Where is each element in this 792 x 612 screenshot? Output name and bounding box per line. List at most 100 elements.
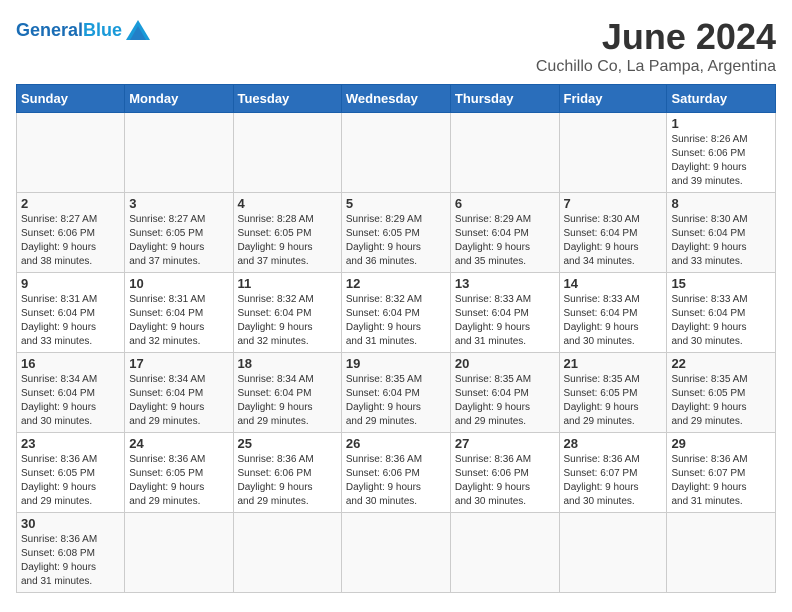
day-number: 30: [21, 516, 120, 531]
calendar-table: SundayMondayTuesdayWednesdayThursdayFrid…: [16, 84, 776, 593]
logo-blue: Blue: [83, 20, 122, 40]
cell-content: Sunrise: 8:30 AM Sunset: 6:04 PM Dayligh…: [564, 213, 663, 269]
calendar-cell: 12 Sunrise: 8:32 AM Sunset: 6:04 PM Dayli…: [341, 273, 450, 353]
calendar-cell: 4 Sunrise: 8:28 AM Sunset: 6:05 PM Daylig…: [233, 193, 341, 273]
day-number: 11: [238, 276, 337, 291]
cell-content: Sunrise: 8:36 AM Sunset: 6:06 PM Dayligh…: [346, 453, 446, 509]
calendar-cell: 7 Sunrise: 8:30 AM Sunset: 6:04 PM Daylig…: [559, 193, 667, 273]
cell-content: Sunrise: 8:35 AM Sunset: 6:05 PM Dayligh…: [671, 373, 771, 429]
day-number: 12: [346, 276, 446, 291]
cell-content: Sunrise: 8:33 AM Sunset: 6:04 PM Dayligh…: [671, 293, 771, 349]
month-title: June 2024: [536, 16, 776, 58]
calendar-cell: 26 Sunrise: 8:36 AM Sunset: 6:06 PM Dayli…: [341, 433, 450, 513]
cell-content: Sunrise: 8:31 AM Sunset: 6:04 PM Dayligh…: [129, 293, 228, 349]
cell-content: Sunrise: 8:35 AM Sunset: 6:04 PM Dayligh…: [346, 373, 446, 429]
cell-content: Sunrise: 8:33 AM Sunset: 6:04 PM Dayligh…: [564, 293, 663, 349]
day-header-tuesday: Tuesday: [233, 85, 341, 113]
logo-text: GeneralBlue: [16, 21, 122, 39]
calendar-cell: [450, 513, 559, 593]
title-section: June 2024 Cuchillo Co, La Pampa, Argenti…: [536, 16, 776, 76]
day-number: 10: [129, 276, 228, 291]
calendar-cell: [233, 513, 341, 593]
logo-general: General: [16, 20, 83, 40]
calendar-cell: 11 Sunrise: 8:32 AM Sunset: 6:04 PM Dayli…: [233, 273, 341, 353]
cell-content: Sunrise: 8:32 AM Sunset: 6:04 PM Dayligh…: [238, 293, 337, 349]
cell-content: Sunrise: 8:30 AM Sunset: 6:04 PM Dayligh…: [671, 213, 771, 269]
day-number: 1: [671, 116, 771, 131]
calendar-cell: 29Sunrise: 8:36 AM Sunset: 6:07 PM Dayli…: [667, 433, 776, 513]
day-number: 3: [129, 196, 228, 211]
calendar-cell: 15 Sunrise: 8:33 AM Sunset: 6:04 PM Dayli…: [667, 273, 776, 353]
calendar-cell: [341, 113, 450, 193]
calendar-cell: 9Sunrise: 8:31 AM Sunset: 6:04 PM Daylig…: [17, 273, 125, 353]
cell-content: Sunrise: 8:28 AM Sunset: 6:05 PM Dayligh…: [238, 213, 337, 269]
calendar-week-row: 9Sunrise: 8:31 AM Sunset: 6:04 PM Daylig…: [17, 273, 776, 353]
cell-content: Sunrise: 8:27 AM Sunset: 6:05 PM Dayligh…: [129, 213, 228, 269]
calendar-week-row: 1Sunrise: 8:26 AM Sunset: 6:06 PM Daylig…: [17, 113, 776, 193]
day-number: 15: [671, 276, 771, 291]
calendar-week-row: 16Sunrise: 8:34 AM Sunset: 6:04 PM Dayli…: [17, 353, 776, 433]
calendar-cell: 24Sunrise: 8:36 AM Sunset: 6:05 PM Dayli…: [125, 433, 233, 513]
calendar-week-row: 23 Sunrise: 8:36 AM Sunset: 6:05 PM Dayli…: [17, 433, 776, 513]
calendar-cell: 25 Sunrise: 8:36 AM Sunset: 6:06 PM Dayli…: [233, 433, 341, 513]
day-number: 26: [346, 436, 446, 451]
calendar-cell: 10 Sunrise: 8:31 AM Sunset: 6:04 PM Dayli…: [125, 273, 233, 353]
day-number: 23: [21, 436, 120, 451]
calendar-cell: 23 Sunrise: 8:36 AM Sunset: 6:05 PM Dayli…: [17, 433, 125, 513]
cell-content: Sunrise: 8:36 AM Sunset: 6:05 PM Dayligh…: [21, 453, 120, 509]
calendar-cell: [450, 113, 559, 193]
calendar-cell: 3 Sunrise: 8:27 AM Sunset: 6:05 PM Daylig…: [125, 193, 233, 273]
cell-content: Sunrise: 8:36 AM Sunset: 6:07 PM Dayligh…: [564, 453, 663, 509]
calendar-cell: [341, 513, 450, 593]
day-number: 27: [455, 436, 555, 451]
day-number: 7: [564, 196, 663, 211]
cell-content: Sunrise: 8:32 AM Sunset: 6:04 PM Dayligh…: [346, 293, 446, 349]
location: Cuchillo Co, La Pampa, Argentina: [536, 58, 776, 76]
cell-content: Sunrise: 8:34 AM Sunset: 6:04 PM Dayligh…: [21, 373, 120, 429]
cell-content: Sunrise: 8:36 AM Sunset: 6:08 PM Dayligh…: [21, 533, 120, 589]
page-header: GeneralBlue June 2024 Cuchillo Co, La Pa…: [16, 16, 776, 76]
cell-content: Sunrise: 8:36 AM Sunset: 6:07 PM Dayligh…: [671, 453, 771, 509]
calendar-header-row: SundayMondayTuesdayWednesdayThursdayFrid…: [17, 85, 776, 113]
day-number: 24: [129, 436, 228, 451]
day-header-sunday: Sunday: [17, 85, 125, 113]
calendar-cell: 13 Sunrise: 8:33 AM Sunset: 6:04 PM Dayli…: [450, 273, 559, 353]
day-number: 4: [238, 196, 337, 211]
day-number: 14: [564, 276, 663, 291]
calendar-cell: 19Sunrise: 8:35 AM Sunset: 6:04 PM Dayli…: [341, 353, 450, 433]
cell-content: Sunrise: 8:34 AM Sunset: 6:04 PM Dayligh…: [238, 373, 337, 429]
calendar-cell: [125, 513, 233, 593]
calendar-cell: 21 Sunrise: 8:35 AM Sunset: 6:05 PM Dayli…: [559, 353, 667, 433]
calendar-cell: 28 Sunrise: 8:36 AM Sunset: 6:07 PM Dayli…: [559, 433, 667, 513]
calendar-cell: 2 Sunrise: 8:27 AM Sunset: 6:06 PM Daylig…: [17, 193, 125, 273]
calendar-cell: 16Sunrise: 8:34 AM Sunset: 6:04 PM Dayli…: [17, 353, 125, 433]
day-number: 2: [21, 196, 120, 211]
calendar-cell: [233, 113, 341, 193]
day-number: 6: [455, 196, 555, 211]
calendar-week-row: 30 Sunrise: 8:36 AM Sunset: 6:08 PM Dayli…: [17, 513, 776, 593]
cell-content: Sunrise: 8:36 AM Sunset: 6:06 PM Dayligh…: [238, 453, 337, 509]
calendar-cell: 14 Sunrise: 8:33 AM Sunset: 6:04 PM Dayli…: [559, 273, 667, 353]
calendar-cell: [667, 513, 776, 593]
day-number: 18: [238, 356, 337, 371]
day-number: 13: [455, 276, 555, 291]
day-number: 28: [564, 436, 663, 451]
day-header-wednesday: Wednesday: [341, 85, 450, 113]
day-number: 21: [564, 356, 663, 371]
cell-content: Sunrise: 8:33 AM Sunset: 6:04 PM Dayligh…: [455, 293, 555, 349]
cell-content: Sunrise: 8:31 AM Sunset: 6:04 PM Dayligh…: [21, 293, 120, 349]
day-header-monday: Monday: [125, 85, 233, 113]
cell-content: Sunrise: 8:36 AM Sunset: 6:06 PM Dayligh…: [455, 453, 555, 509]
calendar-week-row: 2 Sunrise: 8:27 AM Sunset: 6:06 PM Daylig…: [17, 193, 776, 273]
calendar-cell: [17, 113, 125, 193]
day-number: 20: [455, 356, 555, 371]
calendar-cell: 8Sunrise: 8:30 AM Sunset: 6:04 PM Daylig…: [667, 193, 776, 273]
calendar-cell: 22Sunrise: 8:35 AM Sunset: 6:05 PM Dayli…: [667, 353, 776, 433]
day-header-saturday: Saturday: [667, 85, 776, 113]
cell-content: Sunrise: 8:27 AM Sunset: 6:06 PM Dayligh…: [21, 213, 120, 269]
calendar-cell: 6Sunrise: 8:29 AM Sunset: 6:04 PM Daylig…: [450, 193, 559, 273]
day-number: 25: [238, 436, 337, 451]
cell-content: Sunrise: 8:35 AM Sunset: 6:05 PM Dayligh…: [564, 373, 663, 429]
cell-content: Sunrise: 8:34 AM Sunset: 6:04 PM Dayligh…: [129, 373, 228, 429]
calendar-cell: 20Sunrise: 8:35 AM Sunset: 6:04 PM Dayli…: [450, 353, 559, 433]
